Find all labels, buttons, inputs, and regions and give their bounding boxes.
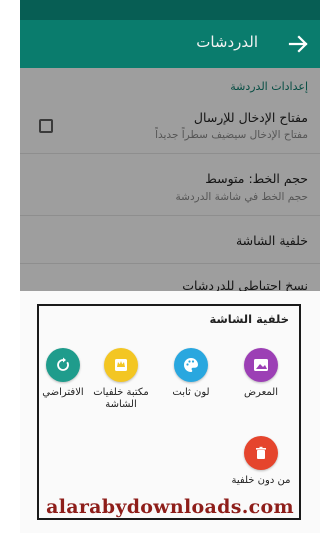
solid-color-label: لون ثابت xyxy=(172,387,210,398)
watermark: alarabydownloads.com xyxy=(46,496,294,518)
trash-icon[interactable] xyxy=(244,436,278,470)
default-option[interactable]: الافتراضي xyxy=(25,348,101,399)
back-arrow-icon[interactable] xyxy=(286,32,310,56)
gallery-icon[interactable] xyxy=(244,348,278,382)
default-label: الافتراضي xyxy=(42,387,84,398)
wallpaper-library-icon[interactable] xyxy=(104,348,138,382)
gallery-option[interactable]: المعرض xyxy=(223,348,299,399)
palette-icon[interactable] xyxy=(174,348,208,382)
no-wallpaper-label: من دون خلفية xyxy=(231,475,291,486)
page-title: الدردشات xyxy=(196,33,258,51)
gallery-label: المعرض xyxy=(243,387,279,398)
no-wallpaper-option[interactable]: من دون خلفية xyxy=(223,436,299,487)
highlight-frame: خلفية الشاشة المعرض لون ثابت مكتبة خلفيا… xyxy=(37,304,301,520)
solid-color-option[interactable]: لون ثابت xyxy=(153,348,229,399)
status-bar xyxy=(20,0,320,20)
reset-icon[interactable] xyxy=(46,348,80,382)
app-bar: الدردشات xyxy=(20,20,320,68)
sheet-title: خلفية الشاشة xyxy=(209,312,290,326)
